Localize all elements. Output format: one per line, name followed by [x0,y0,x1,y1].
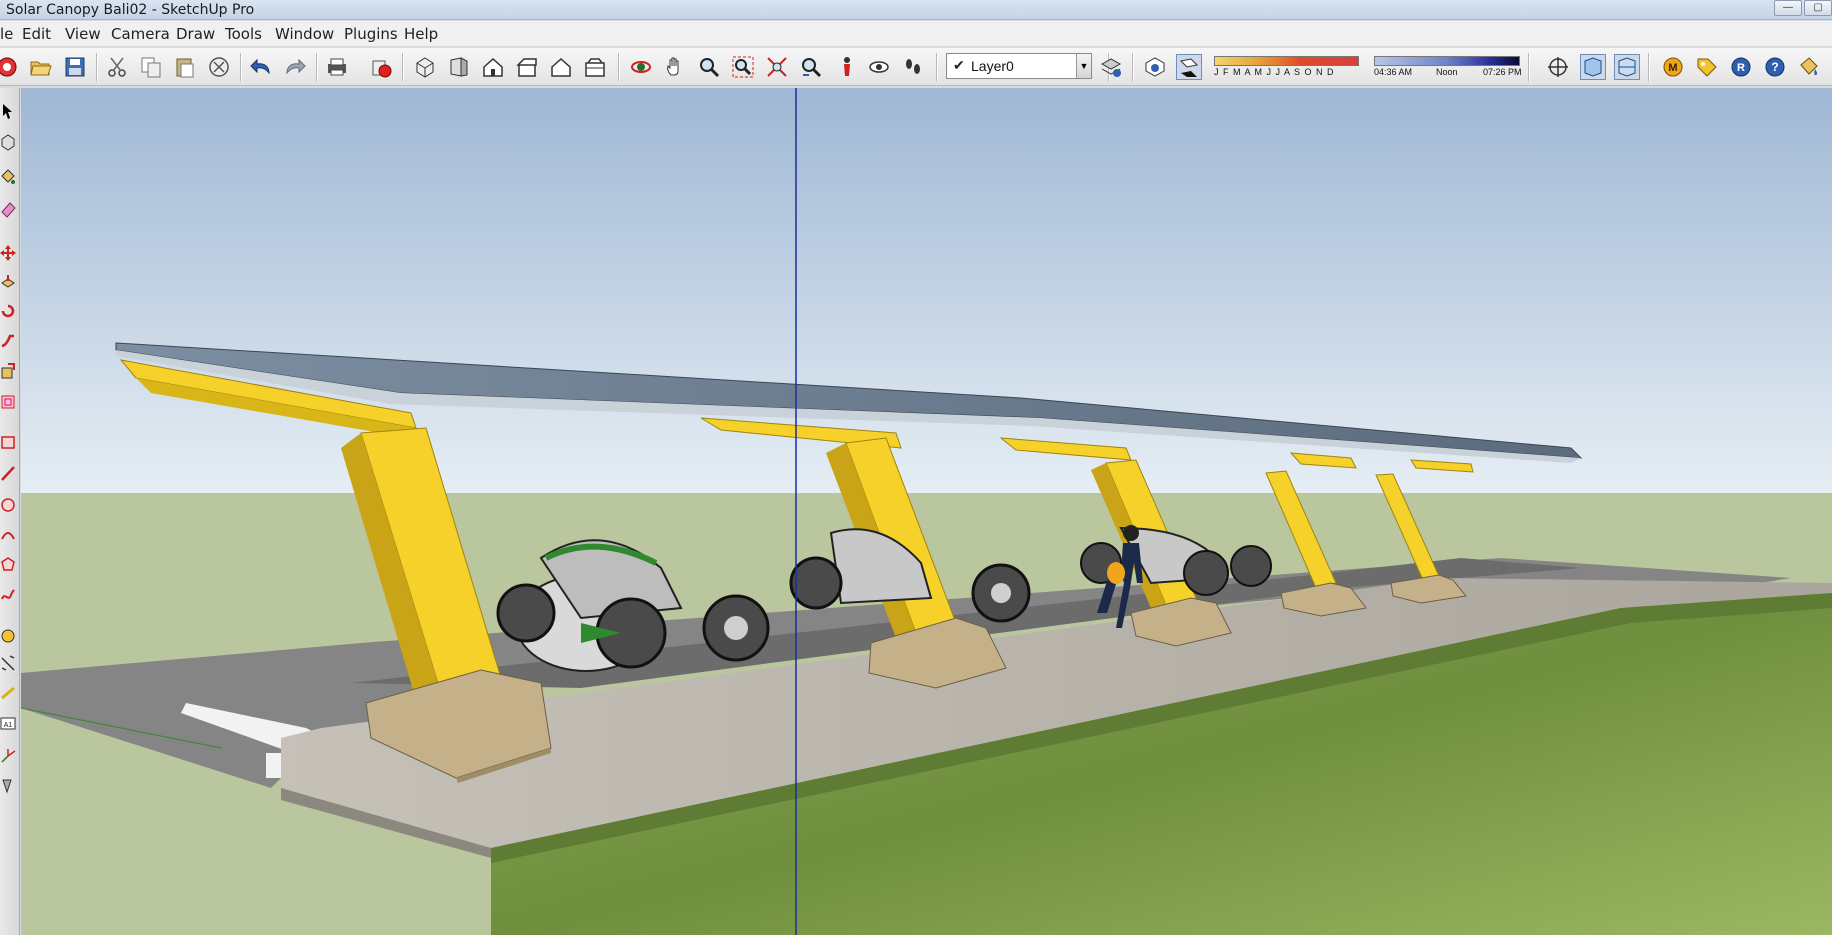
dimension-icon[interactable] [0,654,18,674]
tag-plugin-icon[interactable] [1694,54,1720,80]
m-plugin-icon[interactable]: M [1660,54,1686,80]
menu-bar: le Edit View Camera Draw Tools Window Pl… [0,21,1832,47]
sky [21,88,1832,493]
print-icon[interactable] [324,54,350,80]
window-title: Solar Canopy Bali02 - SketchUp Pro [6,2,255,18]
menu-tools[interactable]: Tools [225,25,262,43]
svg-text:R: R [1737,62,1745,74]
shadow-time-noon: Noon [1436,67,1458,77]
position-camera-icon[interactable] [834,54,860,80]
shadow-time-end: 07:26 PM [1483,67,1522,77]
axes-icon[interactable] [0,747,18,767]
menu-plugins[interactable]: Plugins [344,25,398,43]
rectangle-icon[interactable] [0,433,18,453]
shadows-settings-icon[interactable] [1142,54,1168,80]
solar-canopy-scene [21,88,1832,935]
help-icon[interactable]: ? [1762,54,1788,80]
eraser-icon[interactable] [0,200,18,220]
r-plugin-icon[interactable]: R [1728,54,1754,80]
menu-file[interactable]: le [0,25,13,43]
copy-icon[interactable] [138,54,164,80]
pan-icon[interactable] [662,54,688,80]
polygon-icon[interactable] [0,555,18,575]
back-view-icon[interactable] [548,54,574,80]
walk-icon[interactable] [900,54,926,80]
maximize-button[interactable]: ▢ [1804,0,1832,16]
shadow-time-start: 04:36 AM [1374,67,1413,77]
layer-name: Layer0 [971,58,1014,74]
shadow-time-slider[interactable] [1374,56,1520,66]
arc-icon[interactable] [0,525,18,545]
shadow-month-labels: J F M A M J J A S O N D [1214,67,1335,77]
menu-draw[interactable]: Draw [176,25,215,43]
zoom-window-icon[interactable] [730,54,756,80]
circle-icon[interactable] [0,495,18,515]
make-component-icon[interactable] [0,133,18,153]
offset-icon[interactable] [0,392,18,412]
undo-icon[interactable] [248,54,274,80]
display-shadows-icon[interactable] [1176,54,1202,80]
push-pull-icon[interactable] [0,273,18,293]
main-toolbar: M R ? [0,48,1832,86]
title-bar: Solar Canopy Bali02 - SketchUp Pro — ▢ [0,0,1832,20]
layer-manager-icon[interactable] [1098,54,1124,80]
svg-text:?: ? [1771,60,1778,74]
redo-icon[interactable] [282,54,308,80]
select-icon[interactable] [0,102,18,122]
sketchup-window: Solar Canopy Bali02 - SketchUp Pro — ▢ l… [0,0,1832,935]
protractor-icon[interactable] [0,684,18,704]
svg-text:A1: A1 [4,722,13,729]
previous-view-icon[interactable] [798,54,824,80]
menu-camera[interactable]: Camera [111,25,170,43]
shadow-date-slider[interactable] [1214,56,1359,66]
layer-visible-check: ✔ [953,57,965,73]
svg-text:M: M [1668,62,1677,74]
menu-window[interactable]: Window [275,25,334,43]
front-view-icon[interactable] [480,54,506,80]
display-section-planes-icon[interactable] [1580,54,1606,80]
erase-icon[interactable] [206,54,232,80]
zoom-extents-icon[interactable] [764,54,790,80]
follow-me-icon[interactable] [0,332,18,352]
menu-help[interactable]: Help [404,25,438,43]
layer-select[interactable]: ✔ Layer0 [946,53,1092,79]
get-models-icon[interactable] [0,54,20,80]
minimize-button[interactable]: — [1774,0,1802,16]
top-view-icon[interactable] [446,54,472,80]
freehand-icon[interactable] [0,585,18,605]
layer-dropdown-button[interactable]: ▼ [1076,54,1091,78]
window-controls: — ▢ [1772,0,1832,18]
rotate-icon[interactable] [0,302,18,322]
save-icon[interactable] [62,54,88,80]
move-icon[interactable] [0,244,18,264]
zoom-icon[interactable] [696,54,722,80]
model-viewport[interactable] [21,88,1832,935]
3d-text-icon[interactable] [0,776,18,796]
paste-icon[interactable] [172,54,198,80]
menu-edit[interactable]: Edit [22,25,51,43]
open-icon[interactable] [28,54,54,80]
display-section-cuts-icon[interactable] [1614,54,1640,80]
tape-measure-icon[interactable] [0,626,18,646]
right-view-icon[interactable] [514,54,540,80]
paint-bucket-icon[interactable] [0,168,18,188]
section-plane-icon[interactable] [1545,54,1571,80]
orbit-icon[interactable] [628,54,654,80]
cut-icon[interactable] [104,54,130,80]
left-tool-palette: A1 [0,88,20,935]
menu-view[interactable]: View [65,25,101,43]
look-around-icon[interactable] [866,54,892,80]
text-icon[interactable]: A1 [0,714,18,734]
line-icon[interactable] [0,464,18,484]
left-view-icon[interactable] [582,54,608,80]
iso-view-icon[interactable] [412,54,438,80]
scale-icon[interactable] [0,362,18,382]
model-info-icon[interactable] [368,54,394,80]
paint-bucket-plugin-icon[interactable] [1796,54,1822,80]
